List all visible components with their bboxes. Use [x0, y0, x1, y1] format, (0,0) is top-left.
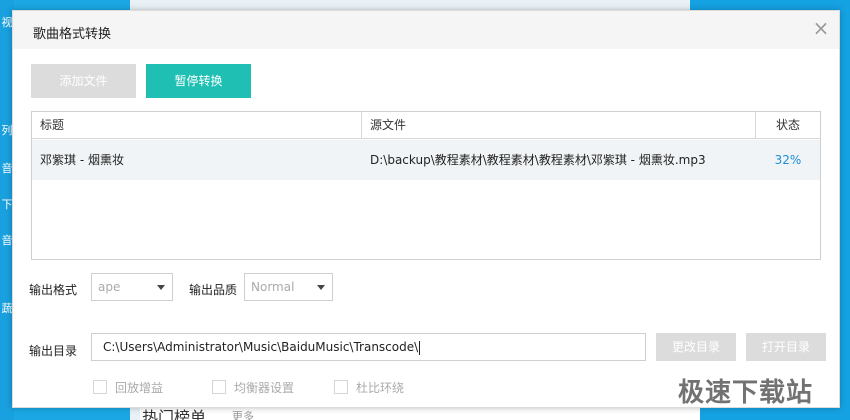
close-icon[interactable]: × [809, 17, 833, 41]
add-file-button[interactable]: 添加文件 [31, 64, 136, 98]
output-quality-value: Normal [251, 280, 295, 294]
output-format-value: ape [98, 280, 121, 294]
text-cursor [419, 340, 421, 355]
more-link[interactable]: 更多 [232, 408, 254, 420]
format-convert-dialog: 歌曲格式转换 × 添加文件 暂停转换 标题 源文件 状态 邓紫琪 - 烟熏妆 D… [12, 10, 840, 408]
table-row[interactable]: 邓紫琪 - 烟熏妆 D:\backup\教程素材\教程素材\教程素材\邓紫琪 -… [32, 140, 820, 180]
output-dir-input[interactable]: C:\Users\Administrator\Music\BaiduMusic\… [91, 333, 646, 361]
column-header-title[interactable]: 标题 [32, 112, 362, 138]
row-title: 邓紫琪 - 烟熏妆 [40, 153, 124, 167]
dolby-surround-label: 杜比环绕 [356, 381, 405, 395]
row-status: 32% [774, 153, 802, 167]
dolby-surround-checkbox[interactable] [334, 380, 348, 394]
output-dir-value: C:\Users\Administrator\Music\BaiduMusic\… [103, 340, 419, 354]
dialog-header: 歌曲格式转换 × [13, 11, 839, 49]
equalizer-checkbox[interactable] [212, 380, 226, 394]
row-source-path: D:\backup\教程素材\教程素材\教程素材\邓紫琪 - 烟熏妆.mp3 [370, 153, 706, 167]
output-dir-label: 输出目录 [29, 344, 78, 358]
change-dir-button[interactable]: 更改目录 [656, 333, 736, 361]
pause-convert-button[interactable]: 暂停转换 [146, 64, 251, 98]
replay-gain-checkbox[interactable] [93, 380, 107, 394]
table-header: 标题 源文件 状态 [32, 112, 820, 139]
equalizer-label: 均衡器设置 [234, 381, 295, 395]
chevron-down-icon [157, 285, 165, 290]
dialog-title: 歌曲格式转换 [33, 27, 112, 42]
open-dir-button[interactable]: 打开目录 [746, 333, 826, 361]
site-watermark: 极速下载站 [678, 378, 814, 408]
output-format-select[interactable]: ape [91, 273, 173, 301]
output-format-label: 输出格式 [29, 283, 78, 297]
output-quality-select[interactable]: Normal [244, 273, 333, 301]
file-table: 标题 源文件 状态 邓紫琪 - 烟熏妆 D:\backup\教程素材\教程素材\… [31, 111, 821, 260]
chevron-down-icon [317, 285, 325, 290]
replay-gain-label: 回放增益 [115, 381, 164, 395]
column-header-status[interactable]: 状态 [756, 112, 820, 138]
column-header-source[interactable]: 源文件 [362, 112, 756, 138]
output-quality-label: 输出品质 [189, 283, 238, 297]
